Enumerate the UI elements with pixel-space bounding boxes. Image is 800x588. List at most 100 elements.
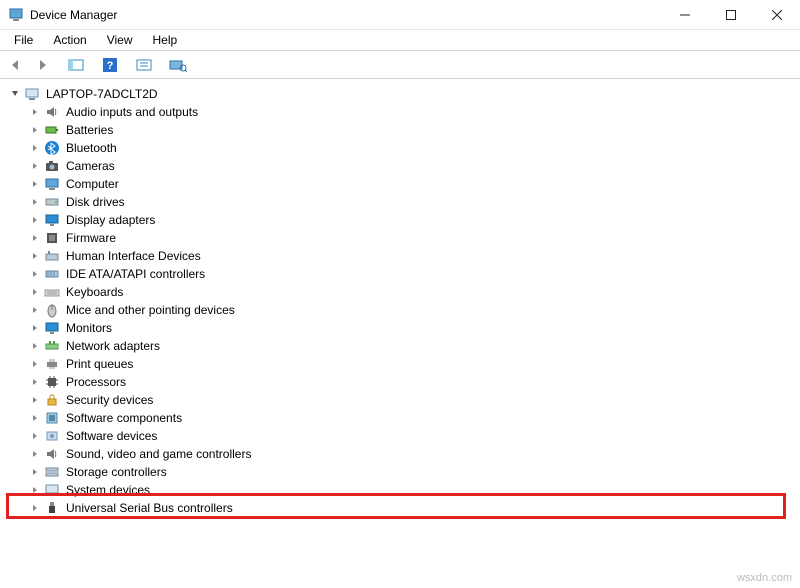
tree-item[interactable]: Computer [8, 175, 800, 193]
chevron-down-icon[interactable] [8, 87, 22, 101]
tree-item[interactable]: System devices [8, 481, 800, 499]
tree-root-label: LAPTOP-7ADCLT2D [44, 85, 158, 103]
tree-item[interactable]: Human Interface Devices [8, 247, 800, 265]
tree-item[interactable]: Print queues [8, 355, 800, 373]
chevron-right-icon[interactable] [28, 159, 42, 173]
tree-item[interactable]: Display adapters [8, 211, 800, 229]
tree-item-label: Universal Serial Bus controllers [64, 499, 233, 517]
maximize-button[interactable] [708, 0, 754, 30]
storage-icon [44, 464, 60, 480]
menu-help[interactable]: Help [145, 31, 186, 49]
computer-icon [44, 176, 60, 192]
tree-item-label: Keyboards [64, 283, 123, 301]
properties-button[interactable] [132, 53, 156, 77]
chevron-right-icon[interactable] [28, 267, 42, 281]
tree-item-label: Security devices [64, 391, 153, 409]
swdev-icon [44, 428, 60, 444]
tree-item-label: Monitors [64, 319, 112, 337]
tree-item-label: Display adapters [64, 211, 155, 229]
swcomp-icon [44, 410, 60, 426]
minimize-button[interactable] [662, 0, 708, 30]
chevron-right-icon[interactable] [28, 123, 42, 137]
tree-item-label: Disk drives [64, 193, 125, 211]
tree-item[interactable]: Firmware [8, 229, 800, 247]
tree-item[interactable]: IDE ATA/ATAPI controllers [8, 265, 800, 283]
chevron-right-icon[interactable] [28, 411, 42, 425]
tree-item-label: Software devices [64, 427, 157, 445]
disk-icon [44, 194, 60, 210]
forward-button[interactable] [30, 53, 54, 77]
menu-view[interactable]: View [99, 31, 141, 49]
menu-file[interactable]: File [6, 31, 41, 49]
toolbar: ? [0, 51, 800, 79]
chevron-right-icon[interactable] [28, 339, 42, 353]
chevron-right-icon[interactable] [28, 303, 42, 317]
chevron-right-icon[interactable] [28, 429, 42, 443]
tree-item[interactable]: Network adapters [8, 337, 800, 355]
tree-item[interactable]: Batteries [8, 121, 800, 139]
menu-action[interactable]: Action [45, 31, 94, 49]
keyboard-icon [44, 284, 60, 300]
chevron-right-icon[interactable] [28, 393, 42, 407]
chevron-right-icon[interactable] [28, 465, 42, 479]
tree-item[interactable]: Audio inputs and outputs [8, 103, 800, 121]
security-icon [44, 392, 60, 408]
scan-hardware-button[interactable] [166, 53, 190, 77]
tree-item[interactable]: Bluetooth [8, 139, 800, 157]
tree-item-label: Storage controllers [64, 463, 167, 481]
chevron-right-icon[interactable] [28, 249, 42, 263]
tree-item[interactable]: Software components [8, 409, 800, 427]
tree-item[interactable]: Security devices [8, 391, 800, 409]
tree-item[interactable]: Cameras [8, 157, 800, 175]
window-title: Device Manager [30, 8, 662, 22]
tree-item[interactable]: Disk drives [8, 193, 800, 211]
bluetooth-icon [44, 140, 60, 156]
tree-item[interactable]: Storage controllers [8, 463, 800, 481]
tree-item[interactable]: Software devices [8, 427, 800, 445]
chevron-right-icon[interactable] [28, 447, 42, 461]
monitor-icon [44, 320, 60, 336]
tree-item[interactable]: Sound, video and game controllers [8, 445, 800, 463]
chevron-right-icon[interactable] [28, 483, 42, 497]
tree-item[interactable]: Keyboards [8, 283, 800, 301]
chevron-right-icon[interactable] [28, 105, 42, 119]
chevron-right-icon[interactable] [28, 375, 42, 389]
audio-icon [44, 104, 60, 120]
chevron-right-icon[interactable] [28, 231, 42, 245]
cpu-icon [44, 374, 60, 390]
tree-root[interactable]: LAPTOP-7ADCLT2D [8, 85, 800, 103]
chevron-right-icon[interactable] [28, 213, 42, 227]
close-button[interactable] [754, 0, 800, 30]
tree-item-label: Human Interface Devices [64, 247, 201, 265]
menubar: File Action View Help [0, 30, 800, 50]
tree-item-label: Sound, video and game controllers [64, 445, 251, 463]
tree-item-label: Firmware [64, 229, 116, 247]
system-icon [44, 482, 60, 498]
show-hide-console-button[interactable] [64, 53, 88, 77]
window-controls [662, 0, 800, 30]
tree-item-label: Mice and other pointing devices [64, 301, 235, 319]
back-button[interactable] [4, 53, 28, 77]
chevron-right-icon[interactable] [28, 321, 42, 335]
chevron-right-icon[interactable] [28, 285, 42, 299]
sound-icon [44, 446, 60, 462]
chevron-right-icon[interactable] [28, 141, 42, 155]
tree-item-label: Cameras [64, 157, 115, 175]
tree-item[interactable]: Processors [8, 373, 800, 391]
mouse-icon [44, 302, 60, 318]
chevron-right-icon[interactable] [28, 357, 42, 371]
usb-icon [44, 500, 60, 516]
titlebar: Device Manager [0, 0, 800, 30]
camera-icon [44, 158, 60, 174]
chevron-right-icon[interactable] [28, 195, 42, 209]
tree-item-label: Bluetooth [64, 139, 117, 157]
help-button[interactable]: ? [98, 53, 122, 77]
svg-text:?: ? [107, 60, 114, 72]
tree-item[interactable]: Universal Serial Bus controllers [8, 499, 800, 517]
tree-item-label: System devices [64, 481, 150, 499]
tree-item[interactable]: Monitors [8, 319, 800, 337]
chevron-right-icon[interactable] [28, 177, 42, 191]
tree-item[interactable]: Mice and other pointing devices [8, 301, 800, 319]
watermark: wsxdn.com [737, 572, 792, 584]
chevron-right-icon[interactable] [28, 501, 42, 515]
